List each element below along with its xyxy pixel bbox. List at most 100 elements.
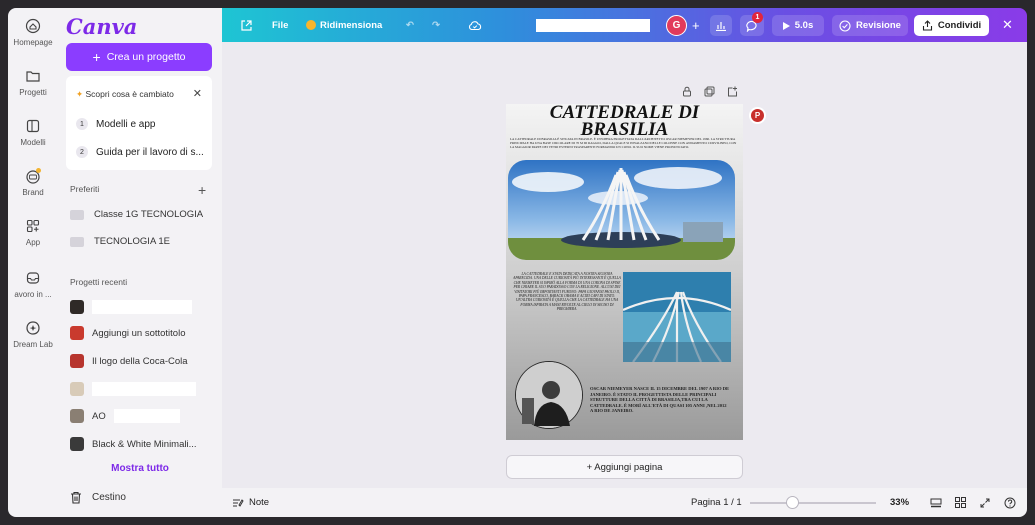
recent-project-item[interactable]: Il logo della Coca-Cola [70, 353, 220, 369]
redo-icon[interactable]: ↷ [432, 8, 440, 42]
recent-project-item[interactable] [70, 381, 220, 397]
bar-chart-icon [716, 22, 726, 31]
play-duration: 5.0s [794, 20, 814, 31]
help-icon[interactable] [1004, 488, 1016, 517]
favorite-folder[interactable]: Classe 1G TECNOLOGIA [70, 209, 203, 220]
rail-item-work-in-progress[interactable]: avoro in ... [8, 270, 58, 299]
rail-item-projects[interactable]: Progetti [8, 68, 58, 97]
architect-bio[interactable]: OSCAR NIEMEYER NASCE IL 15 DICEMBRE DEL … [590, 386, 730, 434]
crown-icon [306, 20, 316, 30]
grid-view-icon[interactable] [955, 488, 966, 517]
pages-view-icon[interactable] [930, 488, 942, 517]
present-button[interactable]: 5.0s [772, 15, 824, 36]
rail-label: Progetti [19, 88, 47, 97]
cathedral-photo[interactable] [508, 160, 735, 260]
collaborator-avatar[interactable]: P [749, 107, 766, 124]
projects-sidebar: Canva + Crea un progetto ✦ Scopri cosa è… [58, 8, 222, 517]
create-project-label: Crea un progetto [106, 51, 186, 63]
zoom-level[interactable]: 33% [890, 488, 909, 517]
project-thumbnail [70, 382, 84, 396]
add-collaborator-icon[interactable]: + [692, 8, 700, 42]
recent-projects-heading: Progetti recenti [70, 277, 128, 287]
folder-icon [70, 209, 84, 220]
page-indicator[interactable]: Pagina 1 / 1 [691, 488, 742, 517]
share-button[interactable]: Condividi [914, 15, 989, 36]
folder-label: Classe 1G TECNOLOGIA [94, 209, 204, 220]
trash-label: Cestino [92, 492, 126, 503]
project-thumbnail [70, 354, 84, 368]
home-icon [25, 18, 41, 34]
notes-button[interactable]: Note [232, 488, 269, 517]
rail-item-apps[interactable]: App [8, 218, 58, 247]
close-icon[interactable]: ✕ [193, 87, 202, 100]
recent-project-label: Aggiungi un sottotitolo [92, 327, 186, 339]
close-editor-icon[interactable]: ✕ [1002, 8, 1013, 42]
canva-logo[interactable]: Canva [66, 14, 137, 39]
recent-project-item[interactable]: Aggiungi un sottotitolo [70, 325, 220, 341]
step-badge: 1 [76, 118, 88, 130]
favorites-heading: Preferiti [70, 184, 100, 194]
design-page[interactable]: CATTEDRALE DI BRASILIA LA CATTEDRALE DI … [506, 104, 743, 440]
rail-label: Homepage [13, 38, 53, 47]
design-title-input[interactable] [536, 19, 650, 32]
trash-icon [71, 491, 81, 504]
resize-label: Ridimensiona [320, 19, 383, 31]
recent-project-item[interactable] [70, 299, 220, 315]
duplicate-page-icon[interactable] [704, 86, 715, 100]
redacted-title [92, 382, 196, 396]
left-rail: Homepage Progetti Modelli Brand App avor… [8, 8, 58, 517]
rail-item-templates[interactable]: Modelli [8, 118, 58, 147]
notes-icon [233, 498, 244, 507]
rail-item-dream-lab[interactable]: Dream Lab [8, 320, 58, 349]
brand-icon [26, 168, 41, 184]
add-page-icon[interactable] [727, 86, 738, 100]
step-badge: 2 [76, 146, 88, 158]
user-avatar[interactable]: G [666, 8, 687, 42]
share-icon [922, 20, 932, 31]
recent-project-label: Il logo della Coca-Cola [92, 355, 188, 367]
resize-button[interactable]: Ridimensiona [306, 8, 382, 42]
design-canvas: CATTEDRALE DI BRASILIA LA CATTEDRALE DI … [222, 42, 1027, 488]
rail-label: Brand [22, 188, 44, 197]
add-favorite-icon[interactable]: + [198, 182, 206, 198]
whats-new-item[interactable]: 2 Guida per il lavoro di s... [76, 146, 204, 158]
cathedral-interior-photo[interactable] [623, 272, 731, 362]
review-button[interactable]: Revisione [832, 15, 908, 36]
whats-new-item[interactable]: 1 Modelli e app [76, 118, 155, 130]
trash-item[interactable]: Cestino [70, 491, 126, 504]
open-external-icon[interactable] [240, 8, 253, 42]
share-label: Condividi [937, 20, 982, 31]
recent-project-item[interactable]: Black & White Minimali... [70, 436, 220, 452]
show-all-link[interactable]: Mostra tutto [58, 463, 222, 474]
lock-icon[interactable] [682, 86, 692, 100]
insights-button[interactable] [710, 15, 732, 36]
notification-badge: 1 [752, 12, 763, 23]
cloud-saved-icon[interactable] [468, 8, 482, 42]
rail-item-home[interactable]: Homepage [8, 18, 58, 47]
apps-icon [26, 219, 40, 233]
file-menu[interactable]: File [272, 8, 288, 42]
external-link-icon [241, 19, 252, 31]
create-project-button[interactable]: + Crea un progetto [66, 43, 212, 71]
comments-button[interactable]: 1 [740, 12, 764, 36]
zoom-slider-track[interactable] [750, 502, 876, 504]
fullscreen-icon[interactable] [980, 488, 990, 517]
project-thumbnail [70, 409, 84, 423]
inbox-icon [26, 272, 40, 284]
intro-paragraph[interactable]: LA CATTEDRALE DI BRASILIA È SITUATA IN B… [510, 137, 739, 159]
sparkle-icon: ✦ [76, 89, 84, 99]
design-title-text[interactable]: CATTEDRALE DI BRASILIA [506, 104, 743, 139]
recent-project-item[interactable]: AO [70, 408, 220, 424]
review-label: Revisione [856, 20, 901, 31]
whats-new-panel: ✦ Scopri cosa è cambiato ✕ 1 Modelli e ap… [66, 76, 212, 170]
page-actions [682, 86, 738, 100]
architect-portrait[interactable] [514, 360, 584, 430]
rail-item-brand[interactable]: Brand [8, 168, 58, 197]
undo-icon[interactable]: ↶ [406, 8, 414, 42]
middle-paragraph[interactable]: LA CATTEDRALE È STATA DEDICATA A NOSTRA … [512, 272, 622, 342]
add-page-button[interactable]: + Aggiungi pagina [506, 455, 743, 479]
zoom-slider-handle[interactable] [785, 496, 799, 509]
whats-new-item-label: Modelli e app [96, 118, 156, 130]
play-icon [782, 21, 790, 30]
favorite-folder[interactable]: TECNOLOGIA 1E [70, 236, 170, 247]
